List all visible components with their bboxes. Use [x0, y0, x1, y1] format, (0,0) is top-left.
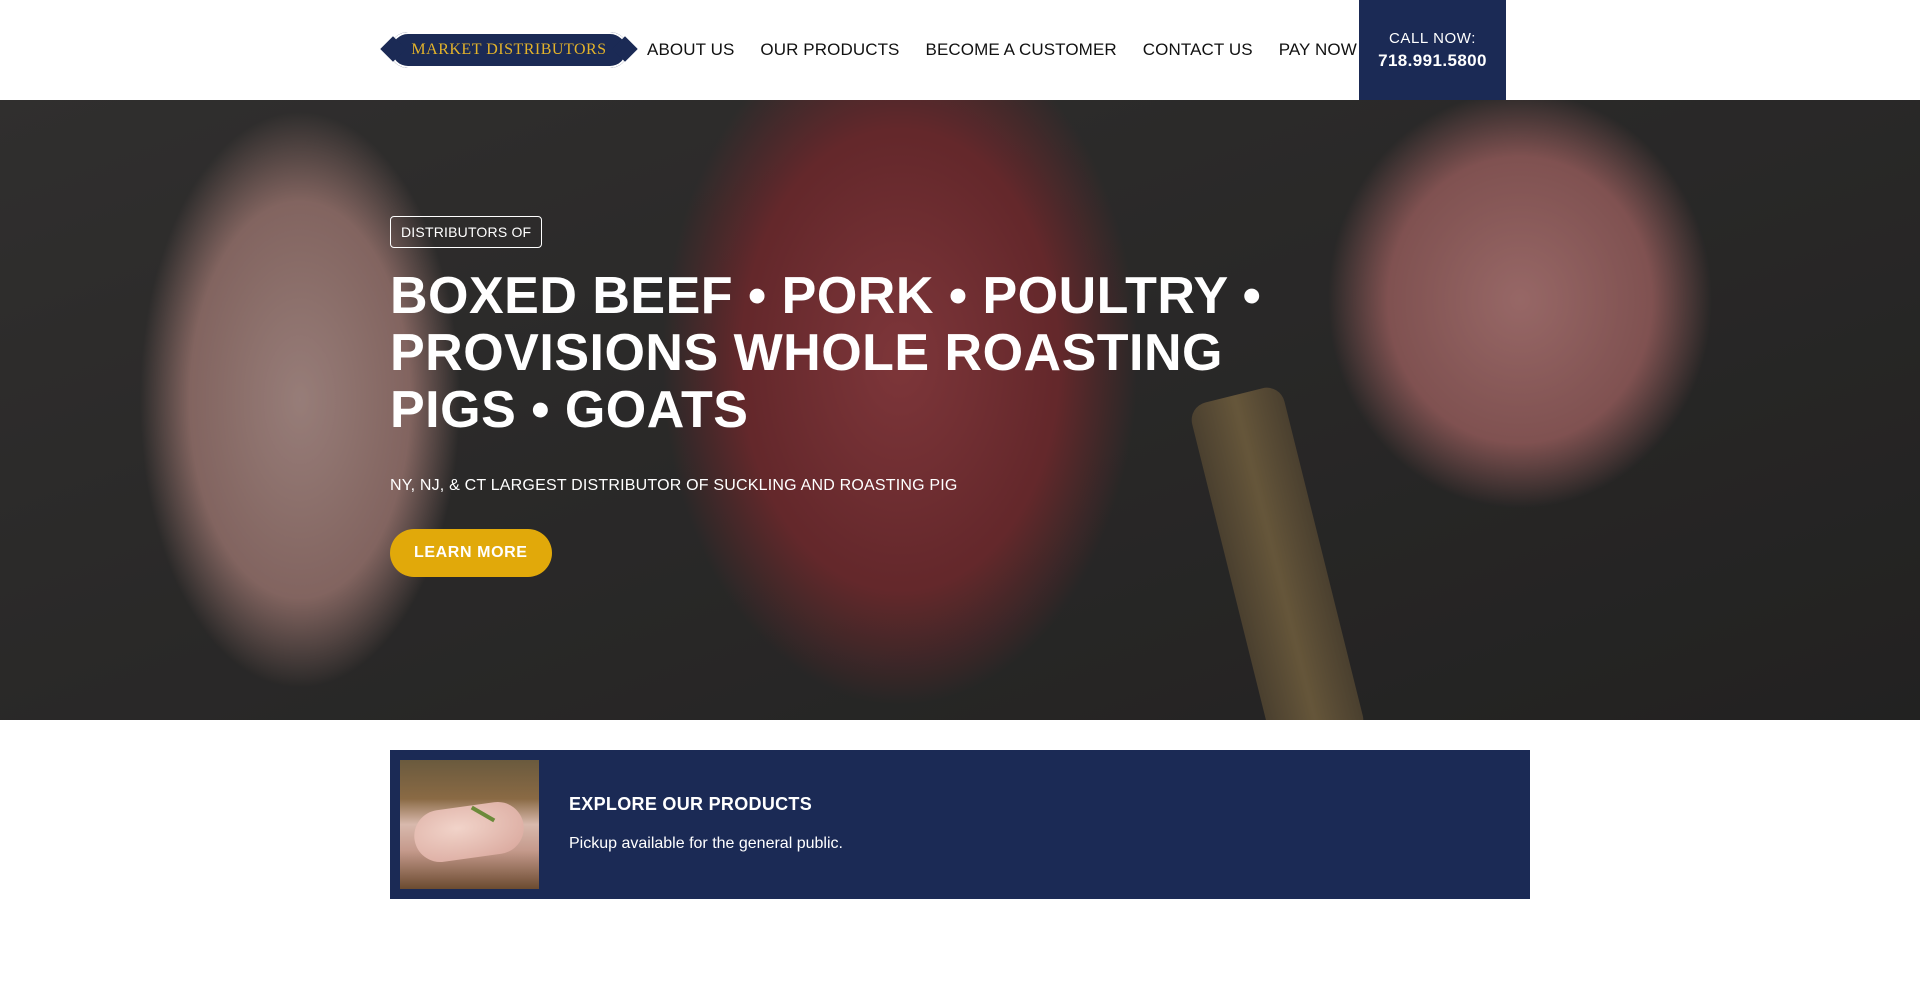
nav-become-a-customer[interactable]: BECOME A CUSTOMER: [926, 40, 1117, 60]
nav-our-products[interactable]: OUR PRODUCTS: [760, 40, 899, 60]
logo-text: MARKET DISTRIBUTORS: [411, 41, 607, 58]
hero-section: DISTRIBUTORS OF BOXED BEEF • PORK • POUL…: [0, 100, 1920, 720]
site-header: MARKET DISTRIBUTORS ABOUT US OUR PRODUCT…: [0, 0, 1920, 100]
nav-pay-now[interactable]: PAY NOW: [1279, 40, 1357, 60]
call-now-label: CALL NOW:: [1388, 29, 1477, 47]
hero-tag: DISTRIBUTORS OF: [390, 216, 543, 248]
hero-content: DISTRIBUTORS OF BOXED BEEF • PORK • POUL…: [390, 216, 1370, 577]
chicken-breast-shape: [410, 798, 528, 866]
call-now-button[interactable]: CALL NOW: 718.991.5800: [1359, 0, 1506, 100]
logo[interactable]: MARKET DISTRIBUTORS: [390, 32, 628, 68]
hero-subheadline: NY, NJ, & CT LARGEST DISTRIBUTOR OF SUCK…: [390, 477, 958, 494]
call-now-number: 718.991.5800: [1378, 50, 1487, 70]
explore-products-banner[interactable]: EXPLORE OUR PRODUCTS Pickup available fo…: [390, 750, 1530, 899]
main-nav: ABOUT US OUR PRODUCTS BECOME A CUSTOMER …: [647, 0, 1383, 100]
explore-products-description: Pickup available for the general public.: [569, 835, 843, 852]
hero-headline: BOXED BEEF • PORK • POULTRY • PROVISIONS…: [390, 267, 1262, 439]
learn-more-button[interactable]: LEARN MORE: [390, 529, 552, 577]
nav-about-us[interactable]: ABOUT US: [647, 40, 734, 60]
chicken-breast-thumbnail: [400, 760, 539, 889]
nav-contact-us[interactable]: CONTACT US: [1143, 40, 1253, 60]
explore-products-title: EXPLORE OUR PRODUCTS: [569, 794, 813, 814]
